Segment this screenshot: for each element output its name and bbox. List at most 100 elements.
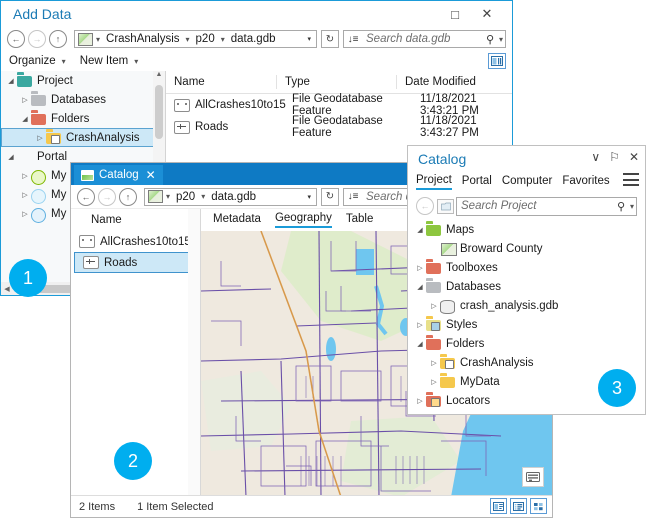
expander-icon[interactable]: ◢: [5, 77, 17, 85]
back-button[interactable]: ←: [77, 188, 95, 206]
search-icon[interactable]: ⚲: [483, 33, 497, 46]
tab-computer[interactable]: Computer: [502, 175, 553, 189]
chevron-down-icon[interactable]: ▾: [164, 192, 172, 201]
breadcrumb[interactable]: ▾ p20 ▾ data.gdb ▾: [144, 188, 317, 206]
tree-item[interactable]: ▷Databases: [1, 90, 165, 109]
page-title: Add Data: [13, 6, 71, 22]
basemap-button[interactable]: [522, 467, 544, 487]
scroll-up-icon[interactable]: ▲: [153, 71, 165, 78]
breadcrumb-dropdown-icon[interactable]: ▾: [304, 193, 314, 201]
expander-icon[interactable]: ▷: [428, 302, 440, 310]
table-row[interactable]: AllCrashes10to15File Geodatabase Feature…: [166, 94, 512, 116]
expander-icon[interactable]: ▷: [19, 96, 31, 104]
tree-item[interactable]: ▷CrashAnalysis: [408, 353, 645, 372]
chevron-down-icon[interactable]: ▾: [628, 202, 636, 211]
hamburger-menu-icon[interactable]: [623, 173, 639, 186]
close-icon[interactable]: ✕: [146, 168, 156, 182]
tab-table[interactable]: Table: [346, 213, 374, 227]
search-icon[interactable]: ⚲: [614, 200, 628, 213]
breadcrumb-item-1[interactable]: p20: [192, 33, 219, 45]
breadcrumb-item-0[interactable]: CrashAnalysis: [102, 33, 184, 45]
tree-item[interactable]: ◢Project: [1, 71, 165, 90]
tree-item[interactable]: ◢Folders: [1, 109, 165, 128]
back-button[interactable]: ←: [416, 197, 434, 215]
tree-item[interactable]: ◢Folders: [408, 334, 645, 353]
column-header-date[interactable]: Date Modified: [396, 75, 512, 89]
project-scope-icon[interactable]: [437, 199, 454, 214]
up-button[interactable]: ↑: [119, 188, 137, 206]
search-input[interactable]: ↓≡ Search data.gdb ⚲ ▾: [343, 30, 506, 48]
list-vertical-scrollbar[interactable]: [188, 209, 200, 495]
breadcrumb-item-1[interactable]: data.gdb: [207, 191, 260, 203]
chevron-down-icon[interactable]: ▾: [497, 35, 505, 44]
tree-item[interactable]: ▷Toolboxes: [408, 258, 645, 277]
chevron-down-icon[interactable]: ▾: [94, 35, 102, 44]
breadcrumb-item-2[interactable]: data.gdb: [227, 33, 280, 45]
lines-layer-icon: [174, 121, 190, 134]
forward-button[interactable]: →: [28, 30, 46, 48]
tree-item[interactable]: ▷crash_analysis.gdb: [408, 296, 645, 315]
tree-item[interactable]: ▷CrashAnalysis: [1, 128, 165, 147]
close-icon[interactable]: ✕: [629, 150, 639, 164]
details-panel-toggle[interactable]: [488, 53, 506, 69]
tree-item[interactable]: ▷Styles: [408, 315, 645, 334]
chevron-down-icon[interactable]: ▾: [132, 57, 140, 66]
chevron-down-icon[interactable]: ▾: [60, 57, 68, 66]
new-item-button[interactable]: New Item: [80, 55, 129, 67]
close-button[interactable]: ✕: [476, 4, 498, 24]
expander-icon[interactable]: ▷: [414, 397, 426, 405]
expander-icon[interactable]: ▷: [19, 172, 31, 180]
column-header-name[interactable]: Name: [166, 75, 276, 89]
tree-item[interactable]: Broward County: [408, 239, 645, 258]
forward-button[interactable]: →: [98, 188, 116, 206]
search-placeholder: Search Project: [457, 200, 614, 212]
tab-portal[interactable]: Portal: [462, 175, 492, 189]
list-item[interactable]: Roads: [74, 252, 197, 273]
list-item[interactable]: AllCrashes10to15: [71, 231, 200, 252]
chevron-down-icon[interactable]: ▾: [184, 35, 192, 44]
tree-item[interactable]: ◢Databases: [408, 277, 645, 296]
tab-favorites[interactable]: Favorites: [562, 175, 609, 189]
expander-icon[interactable]: ◢: [19, 115, 31, 123]
sort-icon[interactable]: ↓≡: [344, 31, 362, 47]
pin-icon[interactable]: ⚐: [609, 150, 620, 164]
refresh-button[interactable]: ↻: [321, 30, 339, 48]
tab-project[interactable]: Project: [416, 174, 452, 190]
chevron-down-icon[interactable]: ▾: [219, 35, 227, 44]
sort-icon[interactable]: ↓≡: [344, 189, 362, 205]
expander-icon[interactable]: ▷: [34, 134, 46, 142]
expander-icon[interactable]: ▷: [414, 264, 426, 272]
expander-icon[interactable]: ▷: [19, 191, 31, 199]
scrollbar-thumb[interactable]: [155, 85, 163, 139]
expander-icon[interactable]: ◢: [414, 340, 426, 348]
breadcrumb-dropdown-icon[interactable]: ▾: [304, 35, 314, 43]
breadcrumb[interactable]: ▾ CrashAnalysis ▾ p20 ▾ data.gdb ▾: [74, 30, 317, 48]
chevron-down-icon[interactable]: ▾: [199, 192, 207, 201]
thumbnail-view-icon[interactable]: [530, 498, 547, 514]
expander-icon[interactable]: ▷: [428, 378, 440, 386]
up-button[interactable]: ↑: [49, 30, 67, 48]
maximize-button[interactable]: □: [444, 4, 466, 24]
details-view-icon[interactable]: [490, 498, 507, 514]
list-view-icon[interactable]: [510, 498, 527, 514]
column-header-type[interactable]: Type: [276, 75, 396, 89]
expander-icon[interactable]: ▷: [428, 359, 440, 367]
tab-catalog[interactable]: Catalog ✕: [74, 165, 163, 185]
refresh-button[interactable]: ↻: [321, 188, 339, 206]
breadcrumb-item-0[interactable]: p20: [172, 191, 199, 203]
collapse-icon[interactable]: ∨: [591, 150, 600, 164]
organize-button[interactable]: Organize: [9, 55, 56, 67]
expander-icon[interactable]: ◢: [414, 226, 426, 234]
tab-geography[interactable]: Geography: [275, 212, 332, 228]
list-column-header[interactable]: Name: [71, 209, 200, 231]
tab-metadata[interactable]: Metadata: [213, 213, 261, 227]
expander-icon[interactable]: ◢: [5, 153, 17, 161]
expander-icon[interactable]: ▷: [414, 321, 426, 329]
expander-icon[interactable]: ▷: [19, 210, 31, 218]
table-row[interactable]: RoadsFile Geodatabase Feature11/18/2021 …: [166, 116, 512, 138]
view-mode-buttons: [490, 498, 547, 514]
expander-icon[interactable]: ◢: [414, 283, 426, 291]
tree-item[interactable]: ◢Maps: [408, 220, 645, 239]
back-button[interactable]: ←: [7, 30, 25, 48]
search-input[interactable]: Search Project ⚲ ▾: [456, 197, 637, 216]
